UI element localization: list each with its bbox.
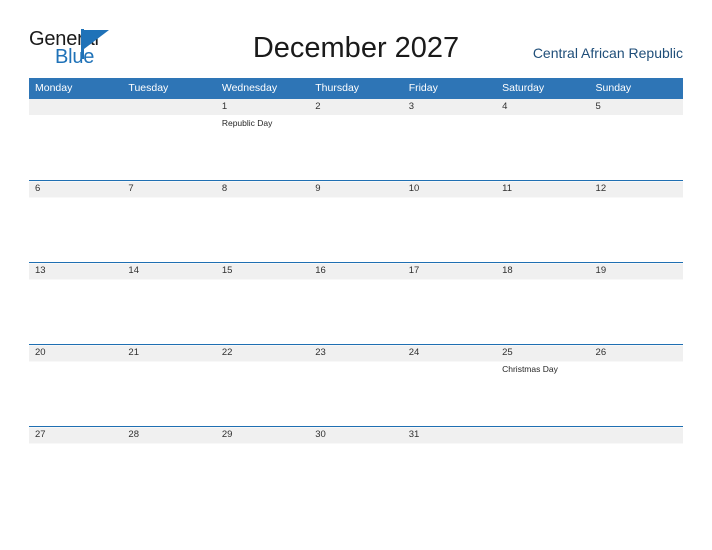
calendar-day-cell[interactable]: 12 <box>589 180 683 263</box>
calendar-day-cell[interactable] <box>589 426 683 457</box>
day-number: 22 <box>221 347 233 358</box>
calendar-header-row: Monday Tuesday Wednesday Thursday Friday… <box>29 78 683 99</box>
calendar-day-cell[interactable]: 14 <box>122 262 216 345</box>
day-number: 27 <box>35 429 46 440</box>
day-number: 20 <box>35 347 46 358</box>
weekday-header-tuesday: Tuesday <box>122 78 216 99</box>
calendar-day-cell[interactable]: 26 <box>589 344 683 427</box>
calendar-day-cell[interactable]: 31 <box>402 426 497 457</box>
calendar-day-cell[interactable]: 30 <box>309 426 403 457</box>
calendar-day-cell[interactable]: 4 <box>496 99 590 181</box>
calendar-day-cell[interactable]: 25 Christmas Day <box>496 344 590 427</box>
day-number: 6 <box>35 183 41 194</box>
calendar-week-row: 1 Republic Day 2 3 4 5 <box>29 99 683 181</box>
day-number: 2 <box>315 101 321 112</box>
calendar-body: 1 Republic Day 2 3 4 5 6 7 8 9 10 11 12 13 14 15 16 17 18 1… <box>29 99 683 457</box>
calendar-week-row: 27 28 29 30 31 <box>29 426 683 457</box>
calendar-day-cell[interactable]: 23 <box>309 344 403 427</box>
calendar-day-cell[interactable]: 21 <box>122 344 216 427</box>
calendar-day-cell[interactable]: 17 <box>402 262 497 345</box>
day-number: 13 <box>35 265 46 276</box>
calendar-day-cell[interactable]: 24 <box>402 344 497 427</box>
calendar-day-cell[interactable]: 7 <box>122 180 216 263</box>
day-number: 15 <box>221 265 233 276</box>
day-number: 10 <box>408 183 420 194</box>
calendar-day-cell[interactable]: 8 <box>215 180 310 263</box>
day-number: 21 <box>128 347 139 358</box>
day-number: 11 <box>502 183 512 194</box>
day-number: 3 <box>408 101 414 112</box>
calendar-day-cell[interactable]: 3 <box>402 99 497 181</box>
day-number: 14 <box>128 265 139 276</box>
weekday-header-wednesday: Wednesday <box>215 78 310 99</box>
calendar-day-cell[interactable]: 22 <box>215 344 310 427</box>
day-number: 26 <box>595 347 607 358</box>
day-number: 4 <box>502 101 508 112</box>
day-number: 30 <box>315 429 326 440</box>
day-number: 29 <box>221 429 233 440</box>
weekday-header-saturday: Saturday <box>496 78 590 99</box>
calendar-day-cell[interactable]: 20 <box>29 344 123 427</box>
day-number: 18 <box>502 265 513 276</box>
calendar-day-cell[interactable]: 5 <box>589 99 683 181</box>
calendar-day-cell[interactable]: 6 <box>29 180 123 263</box>
calendar-day-cell[interactable]: 11 <box>496 180 590 263</box>
calendar-day-cell[interactable]: 19 <box>589 262 683 345</box>
calendar-week-row: 6 7 8 9 10 11 12 <box>29 180 683 263</box>
calendar-day-cell[interactable]: 2 <box>309 99 403 181</box>
holiday-label: Christmas Day <box>502 364 558 374</box>
calendar-day-cell[interactable]: 10 <box>402 180 497 263</box>
calendar-day-cell[interactable]: 27 <box>29 426 123 457</box>
calendar-day-cell[interactable]: 15 <box>215 262 310 345</box>
calendar-week-row: 20 21 22 23 24 25 Christmas Day 26 <box>29 344 683 427</box>
page-header: General Blue December 2027 Central Afric… <box>0 0 712 76</box>
day-number: 28 <box>128 429 139 440</box>
holiday-label: Republic Day <box>221 118 273 128</box>
day-number: 7 <box>128 183 134 194</box>
calendar-day-cell[interactable] <box>496 426 590 457</box>
day-number: 25 <box>502 347 513 358</box>
day-number: 16 <box>315 265 326 276</box>
weekday-header-thursday: Thursday <box>309 78 403 99</box>
day-number: 1 <box>221 101 228 112</box>
day-number: 9 <box>315 183 321 194</box>
calendar-day-cell[interactable] <box>122 99 216 181</box>
country-label: Central African Republic <box>532 45 683 61</box>
day-number: 24 <box>408 347 420 358</box>
day-number: 31 <box>408 429 420 440</box>
calendar-day-cell[interactable]: 16 <box>309 262 403 345</box>
calendar-page: General Blue December 2027 Central Afric… <box>0 0 712 550</box>
calendar-day-cell[interactable]: 28 <box>122 426 216 457</box>
weekday-header-monday: Monday <box>29 78 123 99</box>
day-number: 23 <box>315 347 326 358</box>
day-number: 19 <box>595 265 607 276</box>
day-number: 5 <box>595 101 601 112</box>
day-number: 8 <box>221 183 228 194</box>
calendar-day-cell[interactable] <box>29 99 123 181</box>
day-number: 12 <box>595 183 607 194</box>
calendar-day-cell[interactable]: 9 <box>309 180 403 263</box>
calendar-table: Monday Tuesday Wednesday Thursday Friday… <box>29 78 683 457</box>
calendar-week-row: 13 14 15 16 17 18 19 <box>29 262 683 345</box>
calendar-day-cell[interactable]: 13 <box>29 262 123 345</box>
calendar-day-cell[interactable]: 18 <box>496 262 590 345</box>
day-number: 17 <box>408 265 420 276</box>
weekday-header-friday: Friday <box>402 78 497 99</box>
calendar-day-cell[interactable]: 1 Republic Day <box>215 99 310 181</box>
weekday-header-sunday: Sunday <box>589 78 683 99</box>
calendar-day-cell[interactable]: 29 <box>215 426 310 457</box>
